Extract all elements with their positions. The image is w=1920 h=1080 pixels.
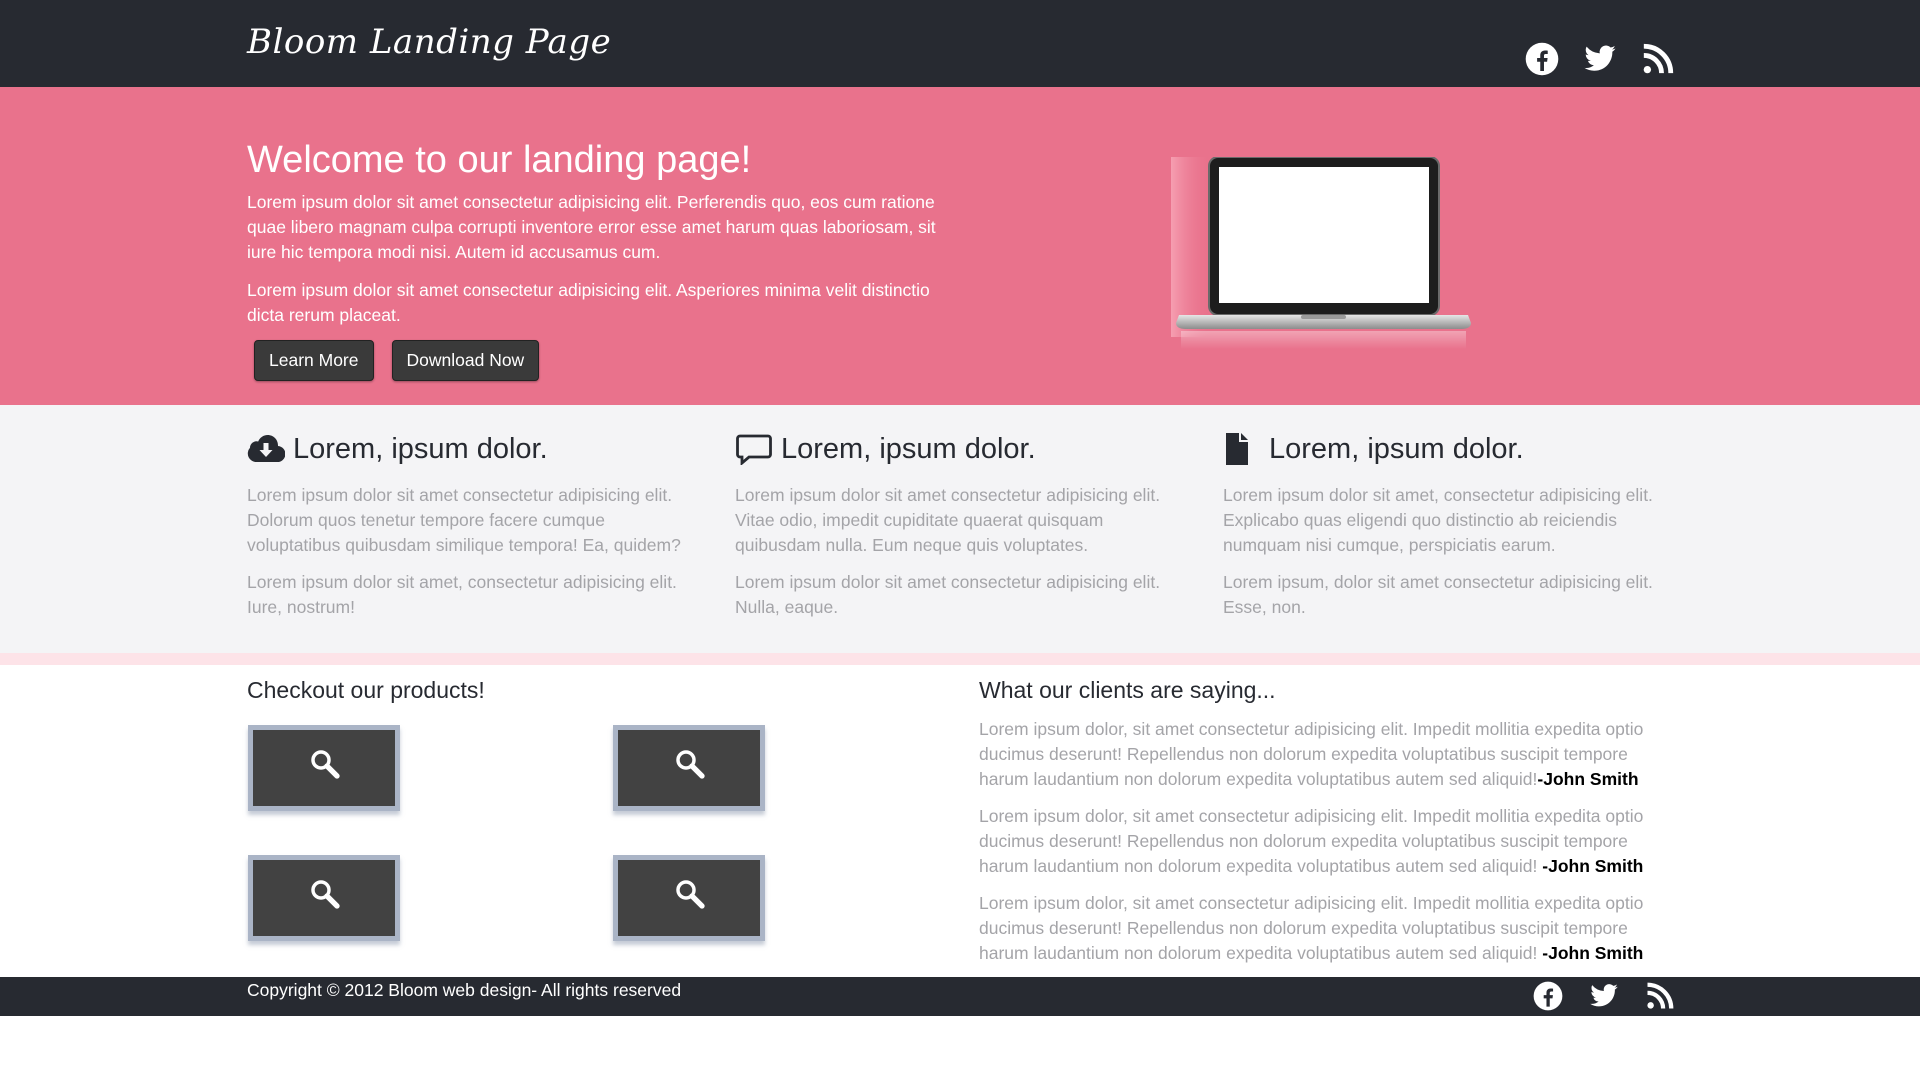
testimonials-list: Lorem ipsum dolor, sit amet consectetur … [979, 717, 1669, 978]
hero-paragraph: Lorem ipsum dolor sit amet consectetur a… [247, 192, 936, 262]
feature-paragraph: Lorem ipsum dolor sit amet consectetur a… [735, 485, 1161, 555]
file-icon [1226, 433, 1248, 465]
feature-paragraph: Lorem ipsum dolor sit amet consectetur a… [247, 485, 681, 555]
hero-title: Welcome to our landing page! [247, 139, 752, 181]
magnifier-icon [674, 748, 706, 780]
site-header: Bloom Landing Page [0, 0, 1920, 87]
testimonials-title: What our clients are saying... [979, 677, 1276, 703]
feature-title: Lorem, ipsum dolor. [247, 430, 687, 468]
magnifier-icon [674, 878, 706, 910]
facebook-icon[interactable] [1533, 981, 1563, 1011]
feature-paragraph: Lorem ipsum, dolor sit amet consectetur … [1223, 572, 1653, 617]
site-footer: Copyright © 2012 Bloom web design- All r… [0, 977, 1920, 1016]
feature-title-text: Lorem, ipsum dolor. [781, 432, 1036, 465]
copyright-text: Copyright © 2012 Bloom web design- All r… [247, 980, 682, 1000]
laptop-image [1171, 157, 1471, 349]
feature-column: Lorem, ipsum dolor. Lorem ipsum dolor si… [1223, 430, 1663, 620]
hero-paragraph: Lorem ipsum dolor sit amet consectetur a… [247, 280, 930, 325]
hero-section: Welcome to our landing page! Lorem ipsum… [0, 87, 1920, 405]
feature-paragraph: Lorem ipsum dolor sit amet consectetur a… [735, 572, 1161, 617]
product-thumbnail[interactable] [248, 855, 400, 941]
product-thumbnail[interactable] [613, 725, 765, 811]
cloud-download-icon [247, 435, 285, 463]
product-thumbnail[interactable] [613, 855, 765, 941]
section-divider [0, 653, 1920, 665]
feature-title: Lorem, ipsum dolor. [1223, 430, 1663, 468]
feature-column: Lorem, ipsum dolor. Lorem ipsum dolor si… [735, 430, 1175, 620]
magnifier-icon [309, 748, 341, 780]
rss-icon[interactable] [1641, 42, 1675, 76]
learn-more-button[interactable]: Learn More [254, 340, 374, 381]
twitter-icon[interactable] [1589, 981, 1619, 1011]
product-thumbnail[interactable] [248, 725, 400, 811]
footer-social-links [1533, 981, 1675, 1011]
rss-icon[interactable] [1645, 981, 1675, 1011]
download-now-button[interactable]: Download Now [391, 340, 540, 381]
feature-paragraph: Lorem ipsum dolor sit amet, consectetur … [247, 572, 677, 617]
feature-title: Lorem, ipsum dolor. [735, 430, 1175, 468]
testimonial-author: -John Smith [1542, 856, 1644, 876]
hero-text: Lorem ipsum dolor sit amet consectetur a… [247, 190, 947, 341]
features-section: Lorem, ipsum dolor. Lorem ipsum dolor si… [0, 405, 1920, 653]
twitter-icon[interactable] [1583, 42, 1617, 76]
brand-logo[interactable]: Bloom Landing Page [247, 22, 611, 62]
feature-column: Lorem, ipsum dolor. Lorem ipsum dolor si… [247, 430, 687, 620]
header-social-links [1525, 42, 1675, 76]
products-title: Checkout our products! [247, 677, 485, 703]
magnifier-icon [309, 878, 341, 910]
feature-title-text: Lorem, ipsum dolor. [293, 432, 548, 465]
testimonial-author: -John Smith [1542, 943, 1644, 963]
testimonial: Lorem ipsum dolor, sit amet consectetur … [979, 804, 1669, 879]
products-testimonials-section: Checkout our products! What our clients … [0, 665, 1920, 977]
facebook-icon[interactable] [1525, 42, 1559, 76]
testimonial: Lorem ipsum dolor, sit amet consectetur … [979, 717, 1669, 792]
testimonial: Lorem ipsum dolor, sit amet consectetur … [979, 891, 1669, 966]
testimonial-author: -John Smith [1537, 769, 1639, 789]
feature-paragraph: Lorem ipsum dolor sit amet, consectetur … [1223, 485, 1653, 555]
comment-icon [736, 434, 772, 465]
feature-title-text: Lorem, ipsum dolor. [1269, 432, 1524, 465]
hero-buttons: Learn More Download Now [254, 340, 540, 381]
